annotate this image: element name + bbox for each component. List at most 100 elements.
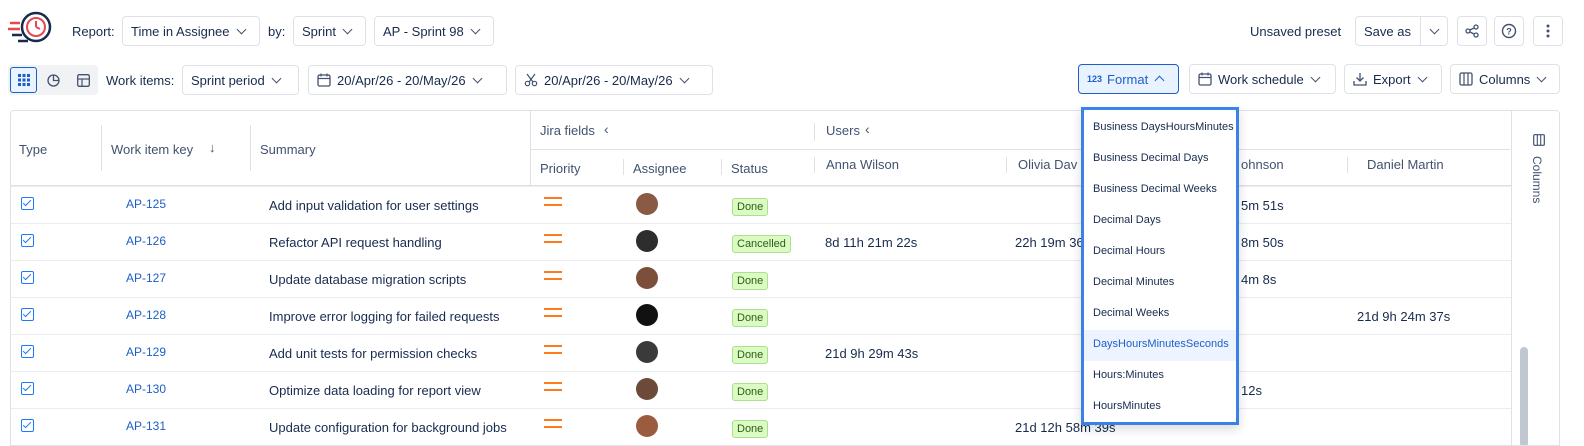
date-range-select-1[interactable]: 20/Apr/26 - 20/May/26: [308, 65, 507, 95]
save-as-button[interactable]: Save as: [1355, 16, 1421, 46]
timeline-view-button[interactable]: [73, 70, 93, 90]
work-item-key-link[interactable]: AP-125: [126, 197, 166, 211]
help-icon: ?: [1501, 23, 1517, 39]
avatar: [636, 267, 658, 289]
table-row[interactable]: AP-126 Refactor API request handling Cance…: [11, 223, 1511, 260]
header-summary[interactable]: Summary: [260, 142, 316, 157]
table-row[interactable]: AP-128 Improve error logging for failed r…: [11, 297, 1511, 334]
format-menu-item[interactable]: Decimal Hours: [1093, 245, 1165, 257]
summary-text: Update database migration scripts: [269, 272, 467, 287]
table-row[interactable]: AP-129 Add unit tests for permission chec…: [11, 334, 1511, 371]
columns-panel-label: Columns: [1530, 156, 1544, 204]
status-badge: Done: [732, 272, 769, 290]
columns-button[interactable]: Columns: [1450, 64, 1560, 94]
format-menu-item[interactable]: Decimal Minutes: [1093, 276, 1174, 288]
grid-icon: [17, 74, 30, 86]
calendar-add-icon: [317, 73, 331, 87]
save-as-dropdown-button[interactable]: [1420, 16, 1448, 46]
work-items-period-select[interactable]: Sprint period: [182, 65, 299, 95]
user-time-johnson: 4m 8s: [1241, 272, 1277, 287]
sprint-select-value: AP - Sprint 98: [383, 23, 464, 39]
columns-icon: [1459, 72, 1473, 86]
user-time-johnson: 8m 50s: [1241, 235, 1284, 250]
format-menu-item[interactable]: HoursMinutes: [1093, 400, 1161, 412]
divider: [814, 123, 815, 141]
columns-icon: [1533, 134, 1545, 146]
header-work-item-key[interactable]: Work item key: [111, 142, 193, 157]
format-menu-item[interactable]: DaysHoursMinutesSeconds: [1093, 338, 1229, 350]
collapse-users-icon[interactable]: ‹: [865, 121, 870, 137]
report-select-value: Time in Assignee: [131, 23, 230, 39]
columns-label: Columns: [1479, 71, 1531, 87]
more-options-button[interactable]: [1533, 16, 1563, 46]
avatar: [636, 304, 658, 326]
format-menu-item[interactable]: Business Decimal Weeks: [1093, 183, 1217, 195]
chevron-down-icon: [1429, 24, 1439, 34]
download-icon: [1353, 73, 1367, 86]
status-badge: Done: [732, 420, 769, 438]
table-row[interactable]: AP-127 Update database migration scripts D…: [11, 260, 1511, 297]
work-item-key-link[interactable]: AP-126: [126, 234, 166, 248]
table-row[interactable]: AP-130 Optimize data loading for report v…: [11, 371, 1511, 408]
header-user-olivia[interactable]: Olivia Dav: [1018, 157, 1077, 172]
avatar: [636, 341, 658, 363]
export-label: Export: [1373, 71, 1411, 87]
table-row[interactable]: AP-131 Update configuration for backgroun…: [11, 408, 1511, 445]
chevron-down-icon: [1310, 72, 1321, 82]
collapse-jira-fields-icon[interactable]: ‹: [604, 121, 609, 137]
status-badge: Cancelled: [732, 235, 791, 253]
by-select-value: Sprint: [302, 23, 336, 39]
header-priority[interactable]: Priority: [540, 161, 580, 176]
summary-text: Add input validation for user settings: [269, 198, 479, 213]
by-select[interactable]: Sprint: [293, 16, 366, 46]
work-item-key-link[interactable]: AP-128: [126, 308, 166, 322]
format-button[interactable]: 123 Format: [1078, 64, 1179, 94]
vertical-scrollbar[interactable]: [1520, 347, 1528, 445]
date-range-2-value: 20/Apr/26 - 20/May/26: [544, 72, 673, 88]
divider: [101, 125, 102, 171]
header-user-johnson[interactable]: ohnson: [1241, 157, 1284, 172]
help-button[interactable]: ?: [1494, 16, 1524, 46]
svg-text:?: ?: [1506, 27, 1512, 37]
header-status[interactable]: Status: [731, 161, 768, 176]
task-type-icon: [21, 234, 34, 247]
grid-view-button[interactable]: [10, 67, 37, 93]
sprint-select[interactable]: AP - Sprint 98: [374, 16, 494, 46]
share-button[interactable]: [1457, 16, 1487, 46]
format-menu-item[interactable]: Business Decimal Days: [1093, 152, 1209, 164]
work-item-key-link[interactable]: AP-130: [126, 382, 166, 396]
header-assignee[interactable]: Assignee: [633, 161, 686, 176]
chevron-down-icon: [679, 73, 690, 83]
task-type-icon: [21, 308, 34, 321]
avatar: [636, 415, 658, 437]
chevron-down-icon: [470, 24, 481, 34]
report-select[interactable]: Time in Assignee: [122, 16, 260, 46]
columns-side-panel[interactable]: Columns: [1511, 111, 1559, 445]
work-item-key-link[interactable]: AP-131: [126, 419, 166, 433]
format-menu-item[interactable]: Decimal Days: [1093, 214, 1161, 226]
user-time-anna-wilson: 8d 11h 21m 22s: [825, 235, 918, 250]
summary-text: Update configuration for background jobs: [269, 420, 507, 435]
format-menu-item[interactable]: Business DaysHoursMinutes: [1093, 121, 1234, 133]
divider: [721, 159, 722, 175]
format-menu-item[interactable]: Decimal Weeks: [1093, 307, 1169, 319]
work-schedule-button[interactable]: Work schedule: [1189, 64, 1336, 94]
unsaved-preset-label: Unsaved preset: [1250, 24, 1342, 39]
sort-arrow-down-icon[interactable]: ↓: [209, 140, 216, 155]
format-menu-item[interactable]: Hours:Minutes: [1093, 369, 1164, 381]
priority-medium-icon: [544, 271, 562, 280]
chevron-down-icon: [472, 73, 483, 83]
header-user-daniel-martin[interactable]: Daniel Martin: [1367, 157, 1444, 172]
work-item-key-link[interactable]: AP-129: [126, 345, 166, 359]
pie-chart-view-button[interactable]: [43, 70, 63, 90]
header-user-anna-wilson[interactable]: Anna Wilson: [826, 157, 899, 172]
summary-text: Optimize data loading for report view: [269, 383, 481, 398]
table-row[interactable]: AP-125 Add input validation for user sett…: [11, 186, 1511, 223]
summary-text: Improve error logging for failed request…: [269, 309, 500, 324]
header-type[interactable]: Type: [19, 142, 47, 157]
status-badge: Done: [732, 309, 769, 327]
export-button[interactable]: Export: [1344, 64, 1442, 94]
date-range-select-2[interactable]: 20/Apr/26 - 20/May/26: [515, 65, 713, 95]
task-type-icon: [21, 271, 34, 284]
work-item-key-link[interactable]: AP-127: [126, 271, 166, 285]
